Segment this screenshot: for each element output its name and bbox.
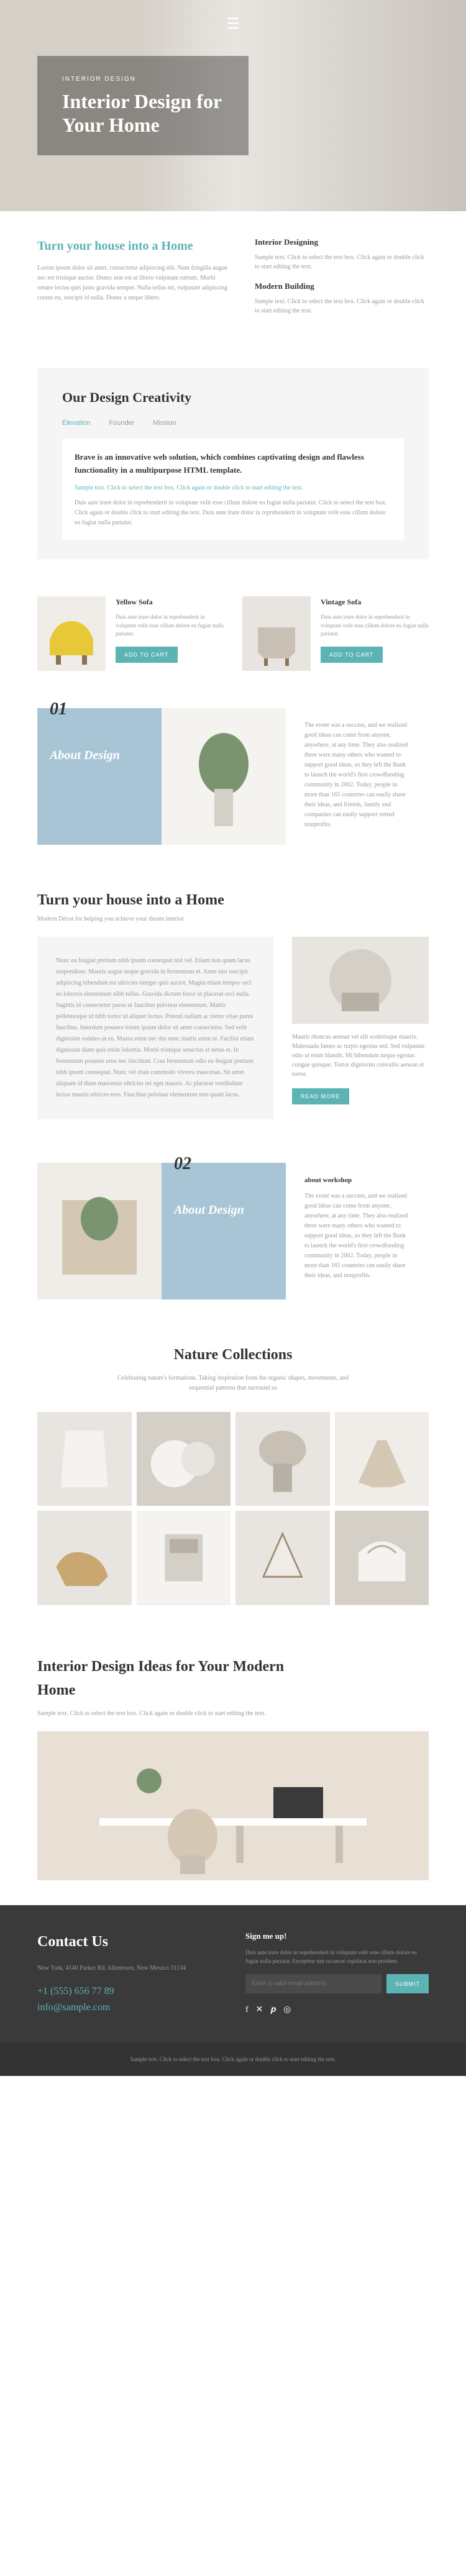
product-desc: Duis aute irure dolor in reprehenderit i…	[116, 613, 224, 639]
turn-house-section: Turn your house into a Home Modern Décor…	[0, 863, 466, 1144]
hero-title: Interior Design for Your Home	[62, 89, 224, 137]
tab-founder[interactable]: Founder	[109, 418, 134, 429]
creativity-title: Our Design Creativity	[62, 386, 404, 408]
ideas-image	[37, 1731, 429, 1880]
footer-text: Sample text. Click to select the text bo…	[130, 2056, 336, 2062]
contact-email[interactable]: info@sample.com	[37, 2000, 221, 2016]
product-card: Vintage Sofa Duis aute irure dolor in re…	[242, 596, 429, 671]
workshop-label: about workshop	[304, 1175, 410, 1186]
turn-body: Nunc eu feugiat pretium nibh ipsum conse…	[37, 937, 273, 1119]
social-icons: f ✕ 𝒑 ◎	[245, 2003, 429, 2017]
about-number: 01	[50, 696, 67, 724]
intro-section: Turn your house into a Home Lorem ipsum …	[0, 211, 466, 349]
nature-item[interactable]	[137, 1412, 231, 1506]
hero-eyebrow: INTERIOR DESIGN	[62, 75, 224, 84]
read-more-button[interactable]: READ MORE	[292, 1088, 349, 1104]
intro-item-text: Sample text. Click to select the text bo…	[255, 253, 429, 271]
contact-title: Contact Us	[37, 1930, 221, 1954]
product-image	[37, 596, 106, 671]
nature-item[interactable]	[37, 1511, 132, 1605]
creativity-section: Our Design Creativity Elevation Founder …	[37, 368, 429, 559]
turn-title: Turn your house into a Home	[37, 888, 429, 912]
signup-title: Sign me up!	[245, 1930, 429, 1943]
tab-mission[interactable]: Mission	[153, 418, 176, 429]
ideas-section: Interior Design Ideas for Your Modern Ho…	[0, 1630, 466, 1905]
hero-overlay: INTERIOR DESIGN Interior Design for Your…	[37, 56, 249, 156]
about-design-2: 02 About Design about workshop The event…	[0, 1144, 466, 1318]
tab-content: Brave is an innovative web solution, whi…	[62, 439, 404, 540]
menu-icon[interactable]: ☰	[226, 12, 240, 36]
nature-item[interactable]	[335, 1511, 429, 1605]
tab-link[interactable]: Sample text. Click to select the text bo…	[75, 483, 391, 493]
about-image	[162, 708, 286, 845]
tab-body: Duis aute irure dolor in reprehenderit i…	[75, 498, 391, 528]
email-input[interactable]	[245, 1974, 381, 1993]
about-text: The event was a success, and we realized…	[286, 708, 429, 845]
nature-item[interactable]	[37, 1412, 132, 1506]
add-to-cart-button[interactable]: ADD TO CART	[321, 647, 383, 663]
contact-address: New York, 4140 Parker Rd. Allentown, New…	[37, 1964, 221, 1973]
signup-desc: Duis aute irure dolor in reprehenderit i…	[245, 1949, 429, 1965]
nature-grid	[37, 1412, 429, 1605]
turn-image	[292, 937, 429, 1024]
nature-item[interactable]	[335, 1412, 429, 1506]
product-card: Yellow Sofa Duis aute irure dolor in rep…	[37, 596, 224, 671]
tab-heading: Brave is an innovative web solution, whi…	[75, 451, 391, 477]
submit-button[interactable]: SUBMIT	[386, 1974, 429, 1993]
about-label: 02 About Design	[162, 1163, 286, 1299]
intro-title: Turn your house into a Home	[37, 236, 230, 256]
product-desc: Duis aute irure dolor in reprehenderit i…	[321, 613, 429, 639]
facebook-icon[interactable]: f	[245, 2003, 249, 2017]
ideas-title: Interior Design Ideas for Your Modern Ho…	[37, 1655, 286, 1703]
contact-phone[interactable]: +1 (555) 656 77 89	[37, 1983, 221, 2000]
turn-subtitle: Modern Décor for helping you achieve you…	[37, 914, 429, 924]
about-design-1: 01 About Design The event was a success,…	[0, 690, 466, 863]
products-row: Yellow Sofa Duis aute irure dolor in rep…	[0, 578, 466, 690]
contact-section: Contact Us New York, 4140 Parker Rd. All…	[0, 1905, 466, 2042]
nature-title: Nature Collections	[37, 1343, 429, 1367]
nature-item[interactable]	[137, 1511, 231, 1605]
instagram-icon[interactable]: ◎	[283, 2003, 291, 2017]
nature-item[interactable]	[235, 1511, 330, 1605]
turn-right-desc: Mauris rhoncus aenean vel elit scelerisq…	[292, 1032, 429, 1079]
nature-subtitle: Celebrating nature's formations. Taking …	[109, 1373, 357, 1393]
about-label: 01 About Design	[37, 708, 162, 845]
pinterest-icon[interactable]: 𝒑	[270, 2003, 276, 2017]
hero-section: ☰ INTERIOR DESIGN Interior Design for Yo…	[0, 0, 466, 211]
about-text: about workshop The event was a success, …	[286, 1163, 429, 1299]
about-image	[37, 1163, 162, 1299]
footer: Sample text. Click to select the text bo…	[0, 2042, 466, 2076]
product-image	[242, 596, 311, 671]
product-title: Vintage Sofa	[321, 596, 429, 608]
about-number: 02	[174, 1150, 191, 1178]
intro-body: Lorem ipsum dolor sit amet, consectetur …	[37, 263, 230, 303]
twitter-icon[interactable]: ✕	[256, 2003, 263, 2017]
nature-item[interactable]	[235, 1412, 330, 1506]
add-to-cart-button[interactable]: ADD TO CART	[116, 647, 178, 663]
tabs: Elevation Founder Mission	[62, 418, 404, 429]
nature-section: Nature Collections Celebrating nature's …	[0, 1318, 466, 1629]
ideas-subtitle: Sample text. Click to select the text bo…	[37, 1709, 429, 1719]
intro-item-heading: Modern Building	[255, 280, 429, 293]
tab-elevation[interactable]: Elevation	[62, 418, 90, 429]
intro-item-text: Sample text. Click to select the text bo…	[255, 297, 429, 316]
product-title: Yellow Sofa	[116, 596, 224, 608]
intro-item-heading: Interior Designing	[255, 236, 429, 249]
